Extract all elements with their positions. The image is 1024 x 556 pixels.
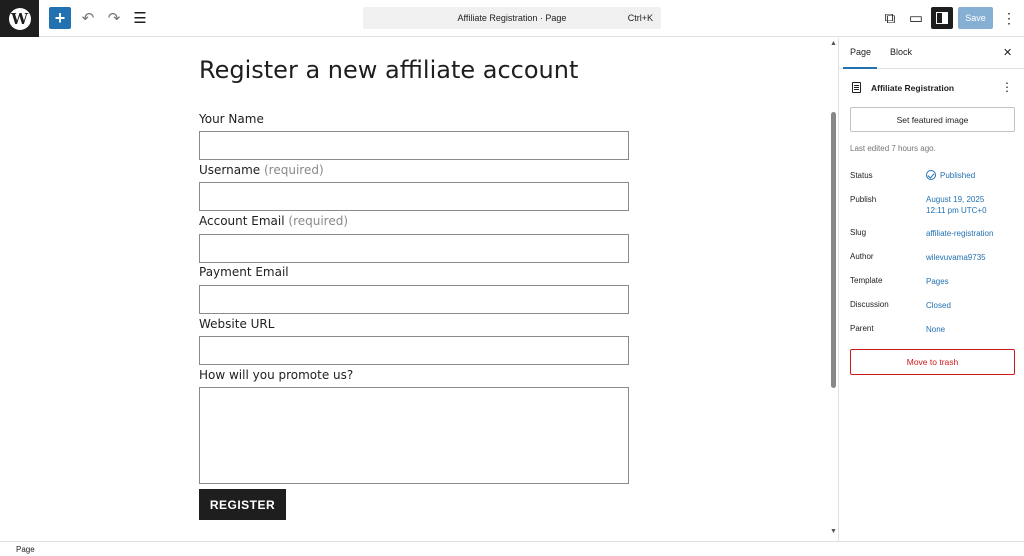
account-email-field[interactable] <box>199 234 629 263</box>
sidebar-tabs: Page Block ✕ <box>839 38 1024 69</box>
scrollbar-thumb[interactable] <box>831 112 836 388</box>
last-edited-text: Last edited 7 hours ago. <box>850 144 936 153</box>
status-text: Published <box>940 171 976 180</box>
move-to-trash-button[interactable]: Move to trash <box>850 349 1015 375</box>
sidebar-page-title: Affiliate Registration <box>871 83 955 93</box>
discussion-label: Discussion <box>850 300 889 309</box>
save-button[interactable]: Save <box>958 7 993 29</box>
editor-footer: Page <box>0 541 1024 556</box>
promote-textarea[interactable] <box>199 387 629 484</box>
tab-block[interactable]: Block <box>890 47 912 57</box>
redo-icon[interactable]: ↷ <box>103 7 125 29</box>
add-block-button[interactable]: + <box>49 7 71 29</box>
slug-label: Slug <box>850 228 867 237</box>
field-label-website-url: Website URL <box>199 317 274 331</box>
label-text: Account Email <box>199 214 285 228</box>
label-text: Payment Email <box>199 265 289 279</box>
breadcrumb[interactable]: Page <box>16 545 35 554</box>
page-icon <box>852 82 861 93</box>
editor-toolbar: W + ↶ ↷ ☰ Affiliate Registration · Page … <box>0 0 1024 37</box>
field-label-username: Username (required) <box>199 163 324 177</box>
required-note: (required) <box>264 163 324 177</box>
list-view-icon[interactable]: ☰ <box>129 7 151 29</box>
published-icon <box>926 170 936 180</box>
publish-time: 12:11 pm UTC+0 <box>926 206 987 215</box>
label-text: Your Name <box>199 112 264 126</box>
wordpress-logo-button[interactable]: W <box>0 0 39 37</box>
page-actions-icon[interactable]: ⋮ <box>1001 80 1013 94</box>
field-label-account-email: Account Email (required) <box>199 214 348 228</box>
sidebar-panel-icon <box>936 12 948 24</box>
label-text: How will you promote us? <box>199 368 354 382</box>
slug-value[interactable]: affiliate-registration <box>926 228 993 239</box>
publish-date-value[interactable]: August 19, 2025 12:11 pm UTC+0 <box>926 194 987 216</box>
close-icon[interactable]: ✕ <box>1003 46 1012 59</box>
settings-sidebar-toggle[interactable] <box>931 7 953 29</box>
label-text: Username <box>199 163 261 177</box>
field-label-promote: How will you promote us? <box>199 368 353 382</box>
undo-icon[interactable]: ↶ <box>77 7 99 29</box>
required-note: (required) <box>288 214 349 228</box>
template-label: Template <box>850 276 883 285</box>
page-title[interactable]: Register a new affiliate account <box>199 56 578 84</box>
options-menu-icon[interactable]: ⋮ <box>998 7 1020 29</box>
discussion-value[interactable]: Closed <box>926 300 951 311</box>
publish-label: Publish <box>850 195 877 204</box>
username-field[interactable] <box>199 182 629 211</box>
set-featured-image-button[interactable]: Set featured image <box>850 107 1015 132</box>
status-value[interactable]: Published <box>926 170 975 181</box>
settings-sidebar: Page Block ✕ Affiliate Registration ⋮ Se… <box>838 38 1024 541</box>
website-url-field[interactable] <box>199 336 629 365</box>
status-label: Status <box>850 171 873 180</box>
field-label-name: Your Name <box>199 112 264 126</box>
view-page-icon[interactable]: ⧉ <box>879 7 901 29</box>
parent-value[interactable]: None <box>926 324 945 335</box>
preview-device-icon[interactable]: ▭ <box>905 7 927 29</box>
author-value[interactable]: wilevuvama9735 <box>926 252 986 263</box>
wordpress-icon: W <box>8 7 31 30</box>
label-text: Website URL <box>199 317 275 331</box>
scroll-up-arrow[interactable]: ▲ <box>830 40 837 47</box>
publish-date: August 19, 2025 <box>926 195 985 204</box>
payment-email-field[interactable] <box>199 285 629 314</box>
template-value[interactable]: Pages <box>926 276 949 287</box>
tab-page[interactable]: Page <box>850 47 871 57</box>
active-tab-indicator <box>843 67 877 69</box>
parent-label: Parent <box>850 324 874 333</box>
author-label: Author <box>850 252 874 261</box>
keyboard-shortcut: Ctrl+K <box>627 13 653 23</box>
field-label-payment-email: Payment Email <box>199 265 289 279</box>
document-title: Affiliate Registration · Page <box>457 13 567 23</box>
scroll-down-arrow[interactable]: ▼ <box>830 528 837 535</box>
command-palette-bar[interactable]: Affiliate Registration · Page Ctrl+K <box>363 7 661 29</box>
name-field[interactable] <box>199 131 629 160</box>
register-button[interactable]: REGISTER <box>199 489 286 520</box>
